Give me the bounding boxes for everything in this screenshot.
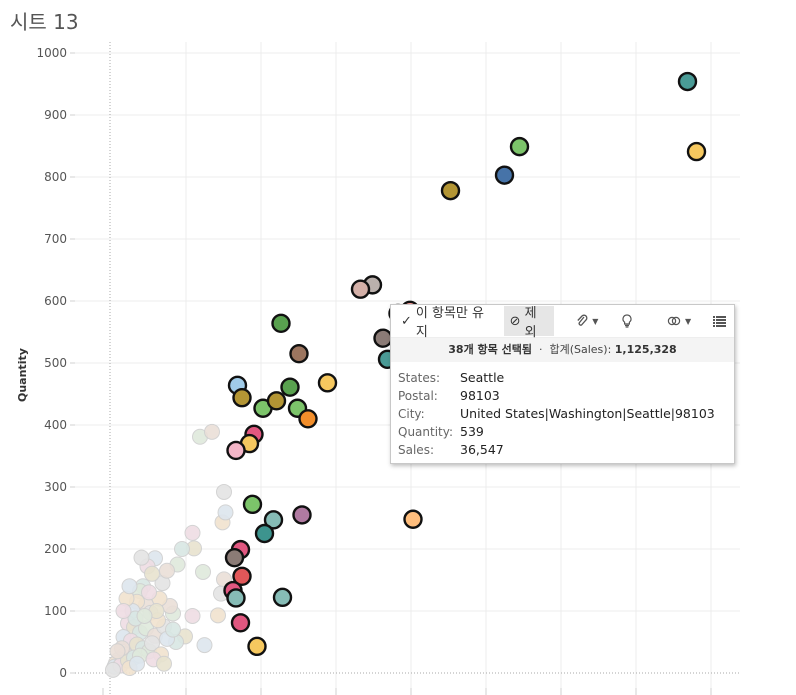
scatter-point-unselected[interactable] [109,643,126,660]
tooltip-row-states: States: Seattle [398,369,734,387]
scatter-point-unselected[interactable] [217,504,234,521]
field-key: City: [398,407,425,421]
scatter-point-selected[interactable] [226,440,246,461]
selection-tooltip: ✓ 이 항목만 유지 ⊘ 제외 ▼ ▼ 38개 항목 선택됨 · 합계(Sale… [390,304,735,464]
field-key: Sales: [398,443,434,457]
scatter-point-selected[interactable] [686,141,707,162]
exclude-label: 제외 [524,306,537,340]
chevron-down-icon: ▼ [685,316,692,326]
keep-only-label: 이 항목만 유지 [415,306,484,340]
scatter-point-unselected[interactable] [184,524,201,541]
scatter-point-selected[interactable] [232,388,252,408]
field-value: Seattle [460,370,505,385]
scatter-point-unselected[interactable] [141,584,157,601]
y-tick-label: 500 [44,356,67,370]
scatter-point-selected[interactable] [289,344,309,364]
sum-label: 합계(Sales): [549,343,612,356]
create-set-button[interactable] [612,306,642,336]
scatter-point-selected[interactable] [280,377,300,397]
scatter-point-unselected[interactable] [184,607,201,624]
lightbulb-icon [622,314,632,328]
link-icon [667,316,681,326]
exclude-button[interactable]: ⊘ 제외 [503,306,555,340]
scatter-point-unselected[interactable] [165,621,181,638]
scatter-point-unselected[interactable] [133,549,150,566]
keep-only-button[interactable]: ✓ 이 항목만 유지 [395,306,502,340]
summary-separator: · [538,343,543,356]
y-tick-label: 800 [44,170,67,184]
field-value: 539 [460,424,484,439]
scatter-point-unselected[interactable] [129,655,145,672]
scatter-point-unselected[interactable] [115,603,132,619]
scatter-point-selected[interactable] [247,636,267,657]
scatter-point-selected[interactable] [509,136,530,157]
selection-count: 38개 항목 선택됨 [448,343,532,356]
scatter-point-selected[interactable] [272,587,293,608]
scatter-point-unselected[interactable] [174,541,190,557]
scatter-point-unselected[interactable] [144,565,160,582]
scatter-point-selected[interactable] [317,373,338,393]
y-tick-label: 0 [59,666,67,680]
field-value: United States|Washington|Seattle|98103 [460,406,715,421]
field-key: Postal: [398,389,438,403]
view-data-button[interactable] [704,306,734,336]
field-key: Quantity: [398,425,454,439]
scatter-point-selected[interactable] [677,71,698,92]
y-tick-label: 900 [44,108,67,122]
scatter-point-unselected[interactable] [156,655,172,672]
scatter-point-unselected[interactable] [105,661,121,678]
chevron-down-icon: ▼ [592,316,599,326]
y-tick-label: 600 [44,294,67,308]
tooltip-toolbar: ✓ 이 항목만 유지 ⊘ 제외 ▼ ▼ [391,305,734,340]
y-tick-label: 200 [44,542,67,556]
field-value: 98103 [460,388,500,403]
tooltip-details: States: Seattle Postal: 98103 City: Unit… [391,362,734,459]
scatter-point-selected[interactable] [373,328,393,348]
scatter-point-selected[interactable] [350,279,371,299]
scatter-point-unselected[interactable] [210,607,226,624]
scatter-point-selected[interactable] [242,494,263,515]
group-members-button[interactable]: ▼ [568,306,606,336]
selection-summary: 38개 항목 선택됨 · 합계(Sales): 1,125,328 [391,338,734,362]
scatter-point-selected[interactable] [226,588,246,608]
scatter-point-selected[interactable] [271,313,291,334]
scatter-point-unselected[interactable] [195,563,211,580]
scatter-point-unselected[interactable] [196,637,213,654]
scatter-point-unselected[interactable] [121,578,138,595]
scatter-point-selected[interactable] [403,509,423,529]
ban-icon: ⊘ [509,313,521,329]
scatter-point-selected[interactable] [230,613,251,633]
scatter-point-selected[interactable] [298,409,318,429]
check-icon: ✓ [401,313,412,329]
tooltip-row-quantity: Quantity: 539 [398,423,734,441]
sum-value: 1,125,328 [614,343,677,356]
y-tick-label: 400 [44,418,67,432]
scatter-point-unselected[interactable] [159,562,175,579]
scatter-point-selected[interactable] [494,165,515,185]
link-options-button[interactable]: ▼ [660,306,698,336]
grid-icon [712,315,726,327]
y-tick-label: 700 [44,232,67,246]
unselected-points [105,423,234,678]
scatter-point-unselected[interactable] [216,483,232,500]
scatter-point-selected[interactable] [254,523,275,544]
field-value: 36,547 [460,442,504,457]
paperclip-icon [577,314,588,326]
scatter-point-unselected[interactable] [204,423,220,440]
y-tick-label: 1000 [36,46,67,60]
tooltip-row-city: City: United States|Washington|Seattle|9… [398,405,734,423]
tooltip-row-sales: Sales: 36,547 [398,441,734,459]
y-tick-label: 100 [44,604,67,618]
scatter-point-selected[interactable] [292,505,312,525]
scatter-point-selected[interactable] [266,391,287,411]
scatter-point-unselected[interactable] [136,607,153,624]
field-key: States: [398,371,441,385]
y-tick-label: 300 [44,480,67,494]
scatter-point-selected[interactable] [440,180,461,201]
tooltip-row-postal: Postal: 98103 [398,387,734,405]
scatter-point-selected[interactable] [224,547,245,568]
